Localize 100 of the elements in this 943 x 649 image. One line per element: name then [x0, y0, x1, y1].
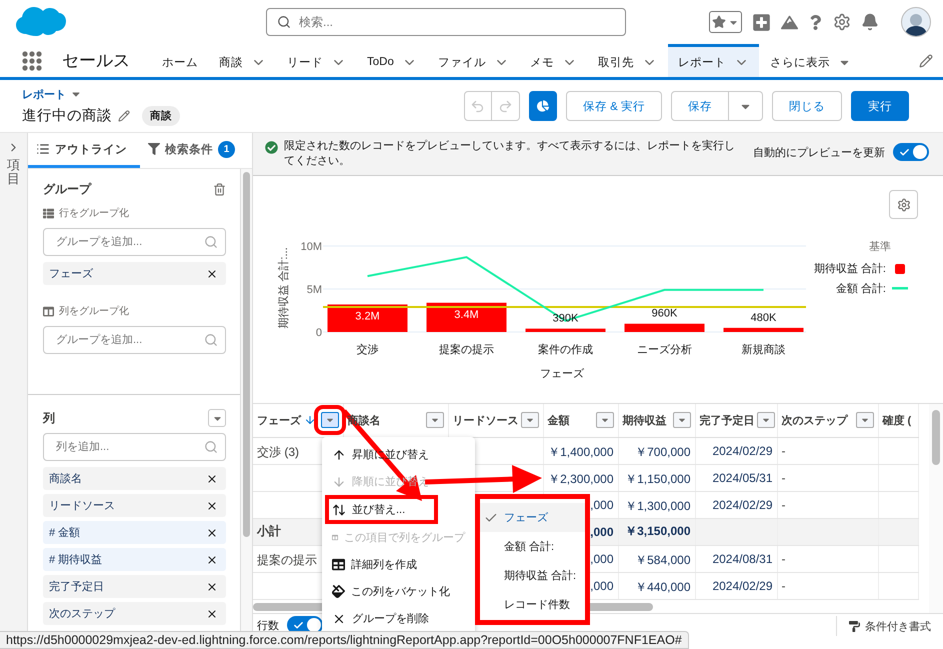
- menu-item[interactable]: グループを削除: [322, 605, 475, 632]
- column-menu-button[interactable]: [520, 412, 538, 428]
- filter-icon: [148, 143, 160, 155]
- nav-tab[interactable]: ToDo: [357, 44, 427, 77]
- columns-icon: [43, 306, 54, 316]
- delete-icon[interactable]: [213, 182, 226, 196]
- toggle-label: 行数: [257, 618, 279, 632]
- add-group-field[interactable]: グループを追加...: [43, 228, 226, 256]
- nav-tab[interactable]: リード: [277, 44, 356, 77]
- nav-tab[interactable]: メモ: [520, 44, 587, 77]
- table-cell: ￥700,000: [618, 437, 695, 464]
- menu-item[interactable]: 並び替え...: [325, 495, 438, 524]
- chart-settings-button[interactable]: [889, 190, 918, 219]
- remove-icon: [206, 268, 218, 280]
- nav-tab[interactable]: レポート: [668, 44, 759, 77]
- breadcrumb-link[interactable]: レポート: [22, 86, 180, 102]
- column-menu-button[interactable]: [426, 412, 444, 428]
- add-group-field[interactable]: グループを追加...: [43, 326, 226, 354]
- column-header[interactable]: 確度 (: [882, 412, 912, 428]
- column-menu-button[interactable]: [856, 412, 874, 428]
- add-column-field[interactable]: 列を追加...: [43, 433, 226, 461]
- column-chip[interactable]: 次のステップ: [43, 602, 226, 625]
- table-cell: -: [777, 545, 878, 572]
- nav-tab[interactable]: 取引先: [588, 44, 667, 77]
- remove-icon: [206, 472, 218, 484]
- search-icon: [204, 333, 218, 347]
- table-cell: ￥3,150,000: [618, 518, 695, 545]
- nav-tab[interactable]: 商談: [209, 44, 276, 77]
- fields-label[interactable]: 項目: [7, 158, 20, 187]
- auto-preview-toggle[interactable]: [893, 143, 929, 161]
- section-title: グループ: [43, 180, 91, 198]
- header-button[interactable]: 保存 & 実行: [566, 91, 662, 121]
- add-icon[interactable]: [752, 12, 771, 32]
- axis-title: フェーズ: [540, 368, 584, 380]
- axis-tick-label: 5M: [306, 284, 322, 296]
- mountain-icon[interactable]: [781, 14, 798, 30]
- notifications-icon[interactable]: [861, 13, 879, 31]
- undo-icon: [470, 98, 486, 114]
- settings-icon[interactable]: [833, 13, 851, 31]
- header-button[interactable]: 閉じる: [772, 91, 842, 121]
- scrollbar-thumb[interactable]: [243, 172, 250, 537]
- edit-icon[interactable]: [118, 110, 130, 122]
- sort-icon: [332, 502, 346, 516]
- run-button[interactable]: 実行: [851, 91, 909, 121]
- remove-icon: [206, 500, 218, 512]
- chart-button[interactable]: [528, 91, 557, 121]
- pie-chart-icon: [536, 100, 549, 112]
- data-label: 480K: [750, 312, 776, 324]
- column-chip[interactable]: 商談名: [43, 467, 226, 490]
- settings-icon: [896, 198, 910, 212]
- column-header[interactable]: フェーズ: [257, 412, 301, 428]
- status-url: https://d5h0000029mxjea2-dev-ed.lightning.force.com/reports/lightningReportApp.app?reportId=00O5h000007FNF1EAO#: [0, 631, 689, 649]
- table-cell: 2024/05/31: [695, 464, 777, 491]
- remove-icon: [206, 554, 218, 566]
- scrollbar-thumb[interactable]: [932, 410, 940, 465]
- column-header[interactable]: 完了予定日: [700, 412, 754, 428]
- column-header[interactable]: 金額: [548, 412, 570, 428]
- column-menu-button[interactable]: [756, 412, 774, 428]
- nav-tab[interactable]: さらに表示: [760, 44, 861, 77]
- table-cell: 2024/02/29: [695, 437, 777, 464]
- column-menu-button[interactable]: [672, 412, 690, 428]
- table-cell: -: [777, 572, 878, 599]
- rows-icon: [43, 208, 54, 218]
- help-icon[interactable]: [808, 14, 823, 30]
- favorites-button[interactable]: [709, 11, 742, 33]
- nav-tab[interactable]: ファイル: [428, 44, 519, 77]
- user-avatar[interactable]: [901, 7, 931, 37]
- table-cell: ￥440,000: [618, 572, 695, 599]
- table-cell: 2024/08/31: [695, 545, 777, 572]
- save-button[interactable]: 保存: [671, 91, 729, 121]
- edit-icon[interactable]: [919, 54, 933, 68]
- section-title: 列: [43, 410, 55, 426]
- app-launcher-icon[interactable]: [22, 50, 42, 70]
- data-label: 3.4M: [454, 308, 479, 321]
- object-badge: 商談: [142, 106, 180, 126]
- column-menu-button[interactable]: [596, 412, 614, 428]
- column-header[interactable]: 次のステップ: [782, 412, 848, 428]
- column-chip[interactable]: 完了予定日: [43, 575, 226, 598]
- column-header[interactable]: 期待収益: [622, 412, 666, 428]
- field-label: 行をグループ化: [59, 206, 129, 220]
- app-name: セールス: [62, 50, 130, 72]
- toggle-label: 自動的にプレビューを更新: [753, 146, 885, 160]
- menu-item[interactable]: フェーズ: [480, 503, 585, 532]
- table-cell: 2024/02/29: [695, 491, 777, 518]
- table-cell: -: [777, 464, 878, 491]
- column-header[interactable]: リードソース: [452, 412, 518, 428]
- column-chip[interactable]: # 金額: [43, 521, 226, 544]
- column-chip[interactable]: # 期待収益: [43, 548, 226, 571]
- table-cell: ￥584,000: [618, 545, 695, 572]
- legend-label: 期待収益 合計:: [814, 263, 886, 275]
- group-chip[interactable]: フェーズ: [43, 262, 226, 285]
- paint-roller-icon: [849, 620, 860, 632]
- search-field[interactable]: 検索...: [266, 8, 626, 36]
- nav-tab[interactable]: ホーム: [152, 44, 208, 77]
- column-chip[interactable]: リードソース: [43, 494, 226, 517]
- search-icon: [277, 15, 291, 29]
- count-badge: 1: [218, 140, 235, 158]
- columns-menu-button[interactable]: [208, 409, 226, 427]
- menu-item[interactable]: この列をバケット化: [322, 578, 475, 605]
- axis-tick-label: 10M: [300, 241, 322, 253]
